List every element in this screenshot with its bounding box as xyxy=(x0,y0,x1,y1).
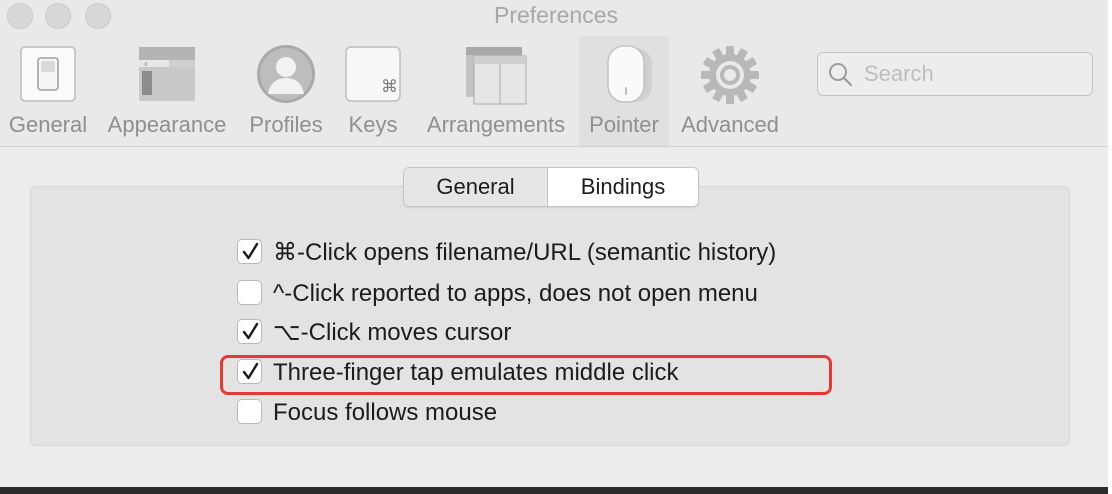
pointer-settings-panel xyxy=(30,186,1070,446)
svg-text:x: x xyxy=(144,61,148,68)
option-label: ⌥-Click moves cursor xyxy=(273,319,512,346)
checkmark-icon xyxy=(242,322,259,346)
gear-icon xyxy=(699,44,761,111)
option-label: ⌘-Click opens filename/URL (semantic his… xyxy=(273,239,777,266)
appearance-window-icon: x xyxy=(137,44,197,109)
toolbar-label: Profiles xyxy=(249,112,323,137)
titlebar-toolbar: Preferences General x Appearance Profile… xyxy=(0,0,1112,147)
tab-bindings[interactable]: Bindings xyxy=(548,168,698,206)
svg-text:⌘: ⌘ xyxy=(381,77,398,97)
command-key-icon: ⌘ xyxy=(343,44,403,109)
general-switch-icon xyxy=(18,44,78,109)
toolbar-label: Arrangements xyxy=(426,112,566,137)
checkmark-icon xyxy=(242,362,259,386)
window-edge xyxy=(1108,0,1112,494)
option-label: Focus follows mouse xyxy=(273,399,498,426)
checkbox[interactable] xyxy=(237,280,262,305)
toolbar-label: Pointer xyxy=(589,112,659,137)
mouse-icon xyxy=(594,44,654,111)
option-label: ^-Click reported to apps, does not open … xyxy=(273,280,758,307)
profile-person-icon xyxy=(256,44,316,109)
toolbar-item-appearance[interactable]: x Appearance xyxy=(103,36,231,146)
toolbar-item-keys[interactable]: ⌘ Keys xyxy=(340,36,406,146)
tab-general[interactable]: General xyxy=(404,168,548,206)
search-icon xyxy=(828,62,853,91)
checkmark-icon xyxy=(242,242,259,266)
option-label: Three-finger tap emulates middle click xyxy=(273,359,679,386)
checkbox[interactable] xyxy=(237,359,262,384)
toolbar-item-profiles[interactable]: Profiles xyxy=(243,36,329,146)
toolbar-item-pointer[interactable]: Pointer xyxy=(579,36,669,146)
toolbar-label: Keys xyxy=(348,112,398,137)
search-field[interactable] xyxy=(817,52,1093,96)
search-input[interactable] xyxy=(862,53,1086,95)
checkbox[interactable] xyxy=(237,399,262,424)
arrangement-windows-icon xyxy=(464,44,528,111)
preferences-window: Preferences General x Appearance Profile… xyxy=(0,0,1112,487)
checkbox[interactable] xyxy=(237,319,262,344)
toolbar-item-general[interactable]: General xyxy=(4,36,92,146)
toolbar-item-advanced[interactable]: Advanced xyxy=(674,36,786,146)
checkbox[interactable] xyxy=(237,239,262,264)
toolbar-label: Advanced xyxy=(681,112,779,137)
toolbar-item-arrangements[interactable]: Arrangements xyxy=(420,36,572,146)
tab-switcher: General Bindings xyxy=(403,167,699,207)
window-title: Preferences xyxy=(493,2,618,28)
toolbar-label: General xyxy=(8,112,88,137)
toolbar-label: Appearance xyxy=(107,112,227,137)
